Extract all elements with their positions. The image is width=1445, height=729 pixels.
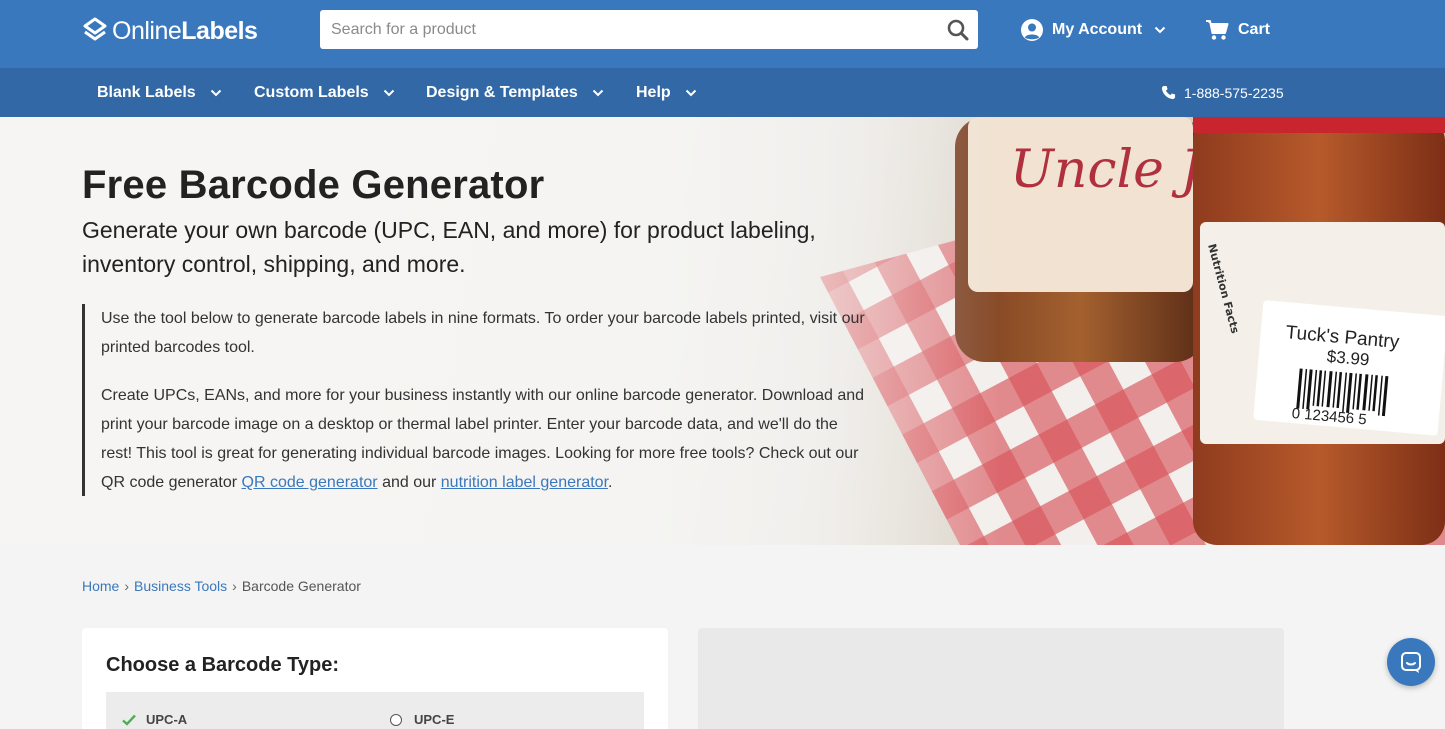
intro-paragraph-1: Use the tool below to generate barcode l… xyxy=(101,310,865,356)
breadcrumb-separator: › xyxy=(124,578,130,594)
jar2-price: $3.99 xyxy=(1326,347,1370,370)
barcode-type-label: UPC-E xyxy=(414,712,455,727)
nav-item-label: Custom Labels xyxy=(254,83,369,101)
barcode-type-options: UPC-A UPC-E xyxy=(106,692,644,729)
my-account-label: My Account xyxy=(1052,21,1143,38)
nav-blank-labels[interactable]: Blank Labels xyxy=(97,68,222,117)
chevron-down-icon xyxy=(383,89,394,96)
phone-number-link[interactable]: 1-888-575-2235 xyxy=(1161,68,1284,117)
my-account-menu[interactable]: My Account xyxy=(1020,17,1166,43)
search-icon[interactable] xyxy=(946,18,970,42)
nav-help[interactable]: Help xyxy=(636,68,697,117)
search-bar xyxy=(320,10,978,49)
barcode-type-label: UPC-A xyxy=(146,712,188,727)
breadcrumb-current: Barcode Generator xyxy=(241,578,361,594)
breadcrumb: Home › Business Tools › Barcode Generator xyxy=(82,578,361,594)
hero-description: Use the tool below to generate barcode l… xyxy=(82,304,872,496)
logo-text-online: Online xyxy=(112,16,182,45)
radio-button[interactable] xyxy=(390,713,402,726)
cart-label: Cart xyxy=(1238,21,1271,38)
barcode-preview-panel xyxy=(698,628,1284,729)
top-header: OnlineLabels My Account Cart xyxy=(0,0,1445,68)
qr-code-generator-link[interactable]: QR code generator xyxy=(242,474,378,491)
page-subtitle: Generate your own barcode (UPC, EAN, and… xyxy=(82,217,816,277)
chevron-down-icon xyxy=(210,89,221,96)
barcode-type-panel: Choose a Barcode Type: UPC-A UPC-E xyxy=(82,628,668,729)
chevron-down-icon xyxy=(592,89,603,96)
phone-icon xyxy=(1161,85,1176,100)
cart-icon xyxy=(1206,20,1229,40)
nav-custom-labels[interactable]: Custom Labels xyxy=(254,68,395,117)
chat-icon xyxy=(1401,652,1421,673)
intro-paragraph-2: Create UPCs, EANs, and more for your bus… xyxy=(101,381,872,497)
barcode-type-heading: Choose a Barcode Type: xyxy=(106,654,340,676)
breadcrumb-separator: › xyxy=(232,578,237,594)
logo-text-labels: Labels xyxy=(181,16,258,45)
main-nav: Blank Labels Custom Labels Design & Temp… xyxy=(0,68,1445,117)
hero-banner: Uncle Joe's Nutrition Facts Tuck's Pantr… xyxy=(0,117,1445,545)
barcode-type-upc-e[interactable]: UPC-E xyxy=(390,712,454,727)
nav-design-templates[interactable]: Design & Templates xyxy=(426,68,604,117)
chat-button[interactable] xyxy=(1387,638,1435,686)
nav-item-label: Blank Labels xyxy=(97,83,196,101)
nav-item-label: Design & Templates xyxy=(426,83,578,101)
nutrition-label-generator-link[interactable]: nutrition label generator xyxy=(441,474,608,491)
breadcrumb-business-tools[interactable]: Business Tools xyxy=(134,578,227,594)
cart-link[interactable]: Cart xyxy=(1205,17,1270,43)
check-icon xyxy=(122,714,136,726)
breadcrumb-home[interactable]: Home xyxy=(82,578,119,594)
chevron-down-icon xyxy=(685,89,696,96)
barcode-type-upc-a[interactable]: UPC-A xyxy=(122,712,187,727)
chevron-down-icon xyxy=(1154,26,1166,34)
user-circle-icon xyxy=(1021,19,1043,41)
logo-mark-icon xyxy=(83,17,107,41)
page-title: Free Barcode Generator xyxy=(82,163,545,207)
period-text: . xyxy=(608,474,613,491)
and-our-text: and our xyxy=(382,474,437,491)
site-logo[interactable]: Online Labels xyxy=(82,15,258,47)
phone-number: 1-888-575-2235 xyxy=(1184,84,1284,101)
nav-item-label: Help xyxy=(636,83,671,101)
search-input[interactable] xyxy=(320,10,920,49)
